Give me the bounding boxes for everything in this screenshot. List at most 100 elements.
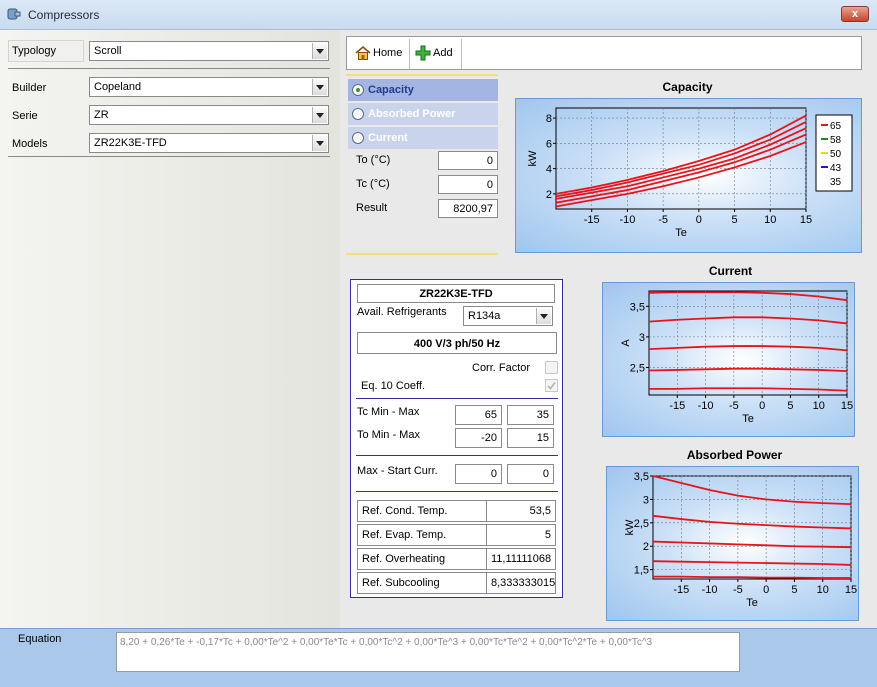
to-max-input[interactable]: 15 bbox=[507, 428, 554, 448]
radio-absorbed-power-label: Absorbed Power bbox=[368, 108, 456, 120]
model-details-panel: ZR22K3E-TFD Avail. Refrigerants R134a 40… bbox=[350, 279, 563, 598]
chevron-down-icon[interactable] bbox=[312, 135, 327, 151]
start-curr-input[interactable]: 0 bbox=[507, 464, 554, 484]
ref-evap-value: 5 bbox=[486, 524, 556, 546]
y-tick-label: 2,5 bbox=[630, 362, 645, 374]
tc-range-label: Tc Min - Max bbox=[357, 406, 420, 418]
result-label: Result bbox=[356, 202, 388, 214]
radio-capacity[interactable]: Capacity bbox=[348, 79, 498, 101]
model-name: ZR22K3E-TFD bbox=[357, 284, 555, 303]
to-min-input[interactable]: -20 bbox=[455, 428, 502, 448]
x-tick-label: 5 bbox=[787, 400, 793, 412]
to-input[interactable]: 0 bbox=[438, 151, 498, 170]
refrigerant-select[interactable]: R134a bbox=[463, 306, 553, 326]
radio-absorbed-power[interactable]: Absorbed Power bbox=[348, 103, 498, 125]
series-line bbox=[648, 291, 848, 302]
tc-label: Tc (°C) bbox=[356, 178, 390, 190]
x-tick-label: 15 bbox=[800, 214, 812, 226]
equation-field[interactable]: 8,20 + 0,26*Te + -0,17*Tc + 0,00*Te^2 + … bbox=[116, 632, 740, 672]
chevron-down-icon[interactable] bbox=[312, 107, 327, 123]
check-icon bbox=[547, 382, 556, 390]
toolbar-divider bbox=[461, 39, 462, 69]
close-button[interactable]: x bbox=[841, 6, 869, 22]
ref-overheating-label: Ref. Overheating bbox=[357, 548, 487, 570]
legend-entry: 58 bbox=[830, 135, 842, 146]
y-tick-label: 6 bbox=[546, 138, 552, 150]
max-curr-input[interactable]: 0 bbox=[455, 464, 502, 484]
eq10-label: Eq. 10 Coeff. bbox=[361, 380, 426, 392]
x-tick-label: 0 bbox=[763, 584, 769, 596]
y-tick-label: 3 bbox=[643, 494, 649, 506]
current-chart-title: Current bbox=[708, 264, 753, 278]
radio-current-label: Current bbox=[368, 132, 408, 144]
x-tick-label: -10 bbox=[619, 214, 635, 226]
absorbed-power-chart: -15 -10 -5 0 5 10 15 1,5 2 2,5 3 3,5 Te kW bbox=[606, 466, 859, 621]
models-select[interactable]: ZR22K3E-TFD bbox=[89, 133, 329, 153]
chevron-down-icon[interactable] bbox=[312, 43, 327, 59]
y-tick-label: 8 bbox=[546, 113, 552, 125]
corr-factor-label: Corr. Factor bbox=[472, 362, 531, 374]
divider-line bbox=[346, 74, 498, 76]
x-tick-label: 10 bbox=[817, 584, 829, 596]
tc-max-input[interactable]: 35 bbox=[507, 405, 554, 425]
chevron-down-icon[interactable] bbox=[536, 308, 551, 324]
divider bbox=[356, 398, 558, 399]
radio-dot bbox=[352, 84, 364, 96]
series-line bbox=[652, 475, 852, 505]
serie-label: Serie bbox=[12, 110, 38, 122]
ref-overheating-value: 11,11111068 bbox=[486, 548, 556, 570]
add-button[interactable]: Add bbox=[415, 43, 457, 65]
series-line bbox=[555, 121, 807, 198]
y-tick-label: 2 bbox=[546, 189, 552, 201]
x-tick-label: -5 bbox=[729, 400, 739, 412]
corr-factor-checkbox[interactable] bbox=[545, 361, 558, 374]
x-tick-label: -15 bbox=[669, 400, 685, 412]
divider bbox=[356, 491, 558, 492]
typology-select[interactable]: Scroll bbox=[89, 41, 329, 61]
title-bar: Compressors x bbox=[0, 0, 877, 30]
x-tick-label: 15 bbox=[845, 584, 857, 596]
x-tick-label: -10 bbox=[702, 584, 718, 596]
current-chart-svg: -15 -10 -5 0 5 10 15 2,5 3 3,5 Te A bbox=[620, 290, 853, 425]
absorbed-power-chart-title: Absorbed Power bbox=[686, 448, 783, 462]
to-range-label: To Min - Max bbox=[357, 429, 420, 441]
curr-label: Max - Start Curr. bbox=[357, 465, 438, 477]
builder-select[interactable]: Copeland bbox=[89, 77, 329, 97]
y-tick-label: 2 bbox=[643, 541, 649, 553]
ref-evap-label: Ref. Evap. Temp. bbox=[357, 524, 487, 546]
x-tick-label: 0 bbox=[759, 400, 765, 412]
ref-subcooling-label: Ref. Subcooling bbox=[357, 572, 487, 594]
radio-current[interactable]: Current bbox=[348, 127, 498, 149]
compressor-app-icon bbox=[7, 8, 21, 20]
tc-min-input[interactable]: 65 bbox=[455, 405, 502, 425]
serie-select[interactable]: ZR bbox=[89, 105, 329, 125]
radio-dot bbox=[352, 108, 364, 120]
series-line bbox=[648, 345, 848, 352]
tc-input[interactable]: 0 bbox=[438, 175, 498, 194]
equation-label: Equation bbox=[18, 633, 62, 645]
x-tick-label: -15 bbox=[673, 584, 689, 596]
series-line bbox=[649, 387, 848, 392]
absorbed-power-chart-svg: -15 -10 -5 0 5 10 151,522,533,5TekW bbox=[624, 471, 857, 609]
radio-dot bbox=[352, 132, 364, 144]
x-axis-label: Te bbox=[675, 227, 687, 239]
x-tick-label: 15 bbox=[841, 400, 853, 412]
models-value: ZR22K3E-TFD bbox=[94, 137, 167, 149]
y-tick-label: 4 bbox=[546, 164, 552, 176]
toolbar-divider bbox=[409, 39, 410, 69]
x-tick-label: 5 bbox=[791, 584, 797, 596]
x-tick-label: -10 bbox=[698, 400, 714, 412]
y-axis-label: A bbox=[620, 339, 632, 347]
x-tick-label: -15 bbox=[584, 214, 600, 226]
ref-cond-value: 53,5 bbox=[486, 500, 556, 522]
eq10-checkbox[interactable] bbox=[545, 379, 558, 392]
typology-label: Typology bbox=[12, 45, 57, 57]
x-axis-label: Te bbox=[746, 597, 758, 609]
y-tick-label: 3,5 bbox=[630, 301, 645, 313]
serie-value: ZR bbox=[94, 109, 109, 121]
home-button[interactable]: Home bbox=[355, 43, 405, 65]
builder-value: Copeland bbox=[94, 81, 142, 93]
plus-icon bbox=[415, 45, 431, 61]
chevron-down-icon[interactable] bbox=[312, 79, 327, 95]
result-field: 8200,97 bbox=[438, 199, 498, 218]
